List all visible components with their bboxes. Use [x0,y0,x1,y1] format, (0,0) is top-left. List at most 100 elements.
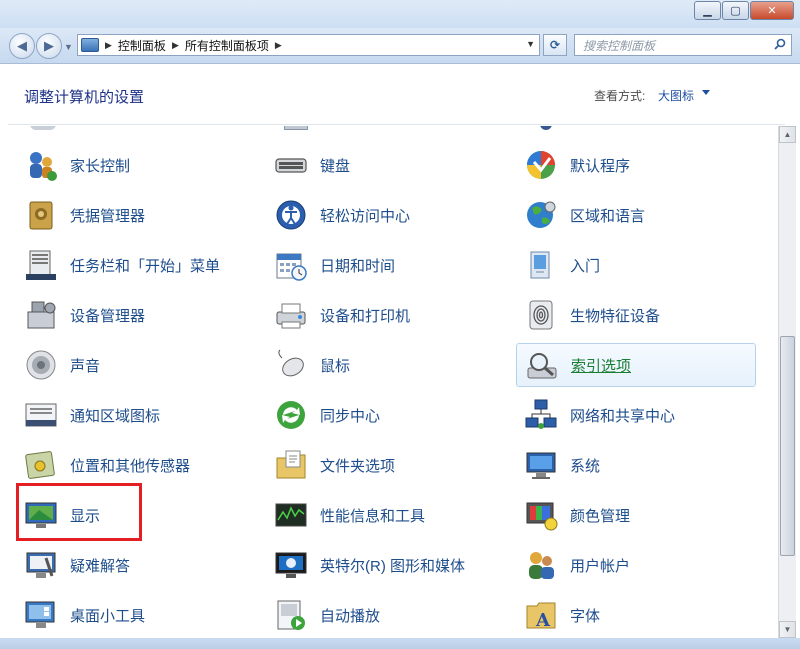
control-panel-items: 家长控制 键盘 默认程序凭据管理器 轻松访问中心 区域和语言任务栏和「开始」菜单 日期和时… [8,126,778,638]
control-panel-item[interactable]: 轻松访问中心 [266,193,506,237]
control-panel-item[interactable]: 性能信息和工具 [266,493,506,537]
devices-printers-icon [274,298,308,332]
control-panel-item-label: 通知区域图标 [70,407,161,425]
scroll-up-icon[interactable]: ▲ [779,126,796,143]
maximize-icon[interactable]: ▢ [722,1,749,20]
control-panel-item[interactable]: 生物特征设备 [516,293,756,337]
control-panel-item[interactable]: 鼠标 [266,343,506,387]
intel-graphics-icon [274,548,308,582]
close-icon[interactable]: ✕ [750,1,794,20]
breadcrumb-separator-icon[interactable]: ▶ [105,40,112,51]
control-panel-item[interactable]: 自动播放 [266,593,506,637]
control-panel-item[interactable]: 索引选项 [516,343,756,387]
control-panel-item[interactable]: 颜色管理 [516,493,756,537]
user-accounts-icon [524,548,558,582]
window-controls: ▁ ▢ ✕ [693,1,794,20]
mouse-icon [274,348,308,382]
scrollbar-thumb[interactable] [780,336,795,556]
network-sharing-icon [524,398,558,432]
refresh-icon[interactable]: ⟳ [543,34,567,56]
control-panel-item[interactable]: 家长控制 [16,143,256,187]
control-panel-item[interactable]: 英特尔(R) 图形和媒体 [266,543,506,587]
default-programs-icon [524,148,558,182]
cut-off-item-icon [284,126,308,130]
address-bar[interactable]: ▶ 控制面板 ▶ 所有控制面板项 ▶ ▼ [77,34,540,56]
control-panel-item[interactable]: 用户帐户 [516,543,756,587]
performance-icon [274,498,308,532]
control-panel-item[interactable]: 日期和时间 [266,243,506,287]
scroll-down-icon[interactable]: ▼ [779,621,796,638]
minimize-icon[interactable]: ▁ [694,1,721,20]
back-arrow-icon[interactable]: ◀ [9,33,35,59]
control-panel-item-label: 性能信息和工具 [320,507,426,525]
credential-manager-icon [24,198,58,232]
breadcrumb-separator-icon[interactable]: ▶ [275,40,282,51]
breadcrumb-separator-icon[interactable]: ▶ [172,40,179,51]
troubleshooting-icon [24,548,58,582]
control-panel-item-label: 颜色管理 [570,507,631,525]
control-panel-item[interactable]: 通知区域图标 [16,393,256,437]
chevron-down-icon[interactable] [702,90,710,95]
date-time-icon [274,248,308,282]
breadcrumb-all-items[interactable]: 所有控制面板项 [185,37,269,54]
control-panel-item-label: 英特尔(R) 图形和媒体 [320,557,465,575]
control-panel-item[interactable]: 凭据管理器 [16,193,256,237]
control-panel-item[interactable]: 设备管理器 [16,293,256,337]
control-panel-item[interactable]: 桌面小工具 [16,593,256,637]
color-management-icon [524,498,558,532]
control-panel-item[interactable]: 位置和其他传感器 [16,443,256,487]
page-header: 调整计算机的设置 查看方式: 大图标 [8,65,785,125]
control-panel-item-label: 凭据管理器 [70,207,146,225]
recent-pages-dropdown-icon[interactable]: ▼ [64,42,73,52]
sound-icon [24,348,58,382]
control-panel-item[interactable]: 入门 [516,243,756,287]
control-panel-item[interactable]: 键盘 [266,143,506,187]
control-panel-item[interactable]: 系统 [516,443,756,487]
breadcrumb-control-panel[interactable]: 控制面板 [118,37,166,54]
page-title: 调整计算机的设置 [24,89,145,106]
control-panel-item-label: 声音 [70,357,101,375]
control-panel-item-label: 系统 [570,457,601,475]
control-panel-item[interactable]: 声音 [16,343,256,387]
control-panel-item[interactable]: 网络和共享中心 [516,393,756,437]
control-panel-item-label: 家长控制 [70,157,131,175]
cut-off-item-icon [30,126,56,130]
address-dropdown-icon[interactable]: ▼ [526,39,535,49]
search-icon[interactable] [774,38,786,50]
control-panel-item[interactable]: A 字体 [516,593,756,637]
view-by-dropdown[interactable]: 大图标 [658,87,694,104]
biometric-icon [524,298,558,332]
control-panel-item[interactable]: 同步中心 [266,393,506,437]
getting-started-icon [524,248,558,282]
control-panel-item-label: 生物特征设备 [570,307,661,325]
window-bottom-edge [0,638,800,649]
notification-area-icon [24,398,58,432]
svg-text:A: A [535,610,551,631]
forward-arrow-icon[interactable]: ▶ [36,33,62,59]
system-icon [524,448,558,482]
control-panel-item[interactable]: 任务栏和「开始」菜单 [16,243,256,287]
navigation-bar: ◀ ▶ ▼ ▶ 控制面板 ▶ 所有控制面板项 ▶ ▼ ⟳ 搜索控制面板 [0,28,800,64]
control-panel-item-label: 用户帐户 [570,557,631,575]
region-language-icon [524,198,558,232]
search-placeholder: 搜索控制面板 [583,38,656,53]
device-manager-icon [24,298,58,332]
keyboard-icon [274,148,308,182]
folder-options-icon [274,448,308,482]
control-panel-item[interactable]: 文件夹选项 [266,443,506,487]
control-panel-item-label: 入门 [570,257,601,275]
control-panel-item-label: 设备和打印机 [320,307,411,325]
control-panel-item[interactable]: 默认程序 [516,143,756,187]
indexing-options-icon [525,348,559,382]
control-panel-icon [81,38,99,52]
control-panel-item[interactable]: 区域和语言 [516,193,756,237]
ease-of-access-icon [274,198,308,232]
control-panel-item[interactable]: 设备和打印机 [266,293,506,337]
view-by-label: 查看方式: [594,89,646,103]
control-panel-item-label: 任务栏和「开始」菜单 [70,257,221,275]
control-panel-item[interactable]: 疑难解答 [16,543,256,587]
search-input[interactable]: 搜索控制面板 [574,34,792,56]
control-panel-item-label: 索引选项 [571,357,632,375]
vertical-scrollbar[interactable]: ▲ ▼ [778,126,796,638]
control-panel-item-label: 日期和时间 [320,257,396,275]
